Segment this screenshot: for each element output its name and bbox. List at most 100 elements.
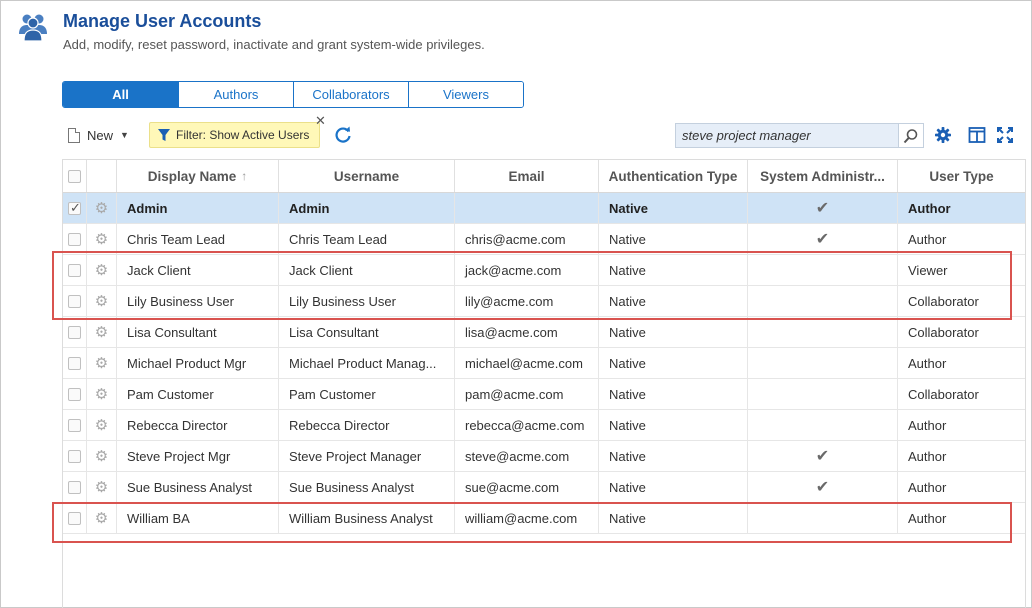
- row-actions-cell: ⚙: [87, 193, 117, 223]
- new-button[interactable]: New ▼: [68, 125, 129, 145]
- column-header-email[interactable]: Email: [455, 160, 599, 192]
- settings-icon[interactable]: [934, 126, 952, 144]
- row-checkbox[interactable]: [68, 325, 81, 339]
- display-name-cell: Sue Business Analyst: [117, 472, 279, 502]
- active-filter-chip[interactable]: Filter: Show Active Users: [149, 122, 320, 148]
- row-checkbox[interactable]: [68, 449, 81, 463]
- table-row[interactable]: ⚙ AdminAdmin Native ✔ Author: [63, 193, 1025, 224]
- system-administrator-cell: [748, 255, 898, 285]
- row-checkbox[interactable]: [68, 480, 81, 494]
- row-select-cell: [63, 472, 87, 502]
- row-gear-icon[interactable]: ⚙: [95, 356, 108, 371]
- row-gear-icon[interactable]: ⚙: [95, 294, 108, 309]
- email-cell: jack@acme.com: [455, 255, 599, 285]
- username-cell: Steve Project Manager: [279, 441, 455, 471]
- email-cell: lily@acme.com: [455, 286, 599, 316]
- table-row[interactable]: ⚙ William BA William Business Analyst willi…: [63, 503, 1025, 534]
- row-select-cell: [63, 441, 87, 471]
- user-type-cell: Author: [908, 448, 947, 464]
- row-checkbox[interactable]: [68, 200, 81, 216]
- email-cell: michael@acme.com: [455, 348, 599, 378]
- checkmark-icon: ✔: [815, 479, 830, 496]
- chevron-down-icon: ▼: [120, 130, 129, 140]
- system-administrator-cell: [748, 503, 898, 533]
- row-select-cell: [63, 286, 87, 316]
- filter-label: Filter: Show Active Users: [176, 128, 310, 142]
- close-icon[interactable]: ✕: [315, 113, 326, 129]
- columns-icon[interactable]: [968, 126, 986, 144]
- row-gear-icon[interactable]: ⚙: [95, 511, 108, 526]
- refresh-icon[interactable]: [333, 125, 353, 145]
- row-checkbox[interactable]: [68, 387, 81, 401]
- display-name-cell: Chris Team Lead: [117, 224, 279, 254]
- row-gear-icon[interactable]: ⚙: [95, 232, 108, 247]
- column-header-display-name[interactable]: Display Name ↑: [117, 160, 279, 192]
- row-checkbox[interactable]: [68, 418, 81, 432]
- row-select-cell: [63, 503, 87, 533]
- expand-icon[interactable]: [996, 126, 1014, 144]
- display-name-cell: Rebecca Director: [117, 410, 279, 440]
- username-cell: Pam Customer: [279, 379, 455, 409]
- row-select-cell: [63, 255, 87, 285]
- system-administrator-cell: ✔: [748, 441, 898, 471]
- checkmark-icon: ✔: [815, 200, 830, 217]
- row-select-cell: [63, 379, 87, 409]
- email-cell: william@acme.com: [455, 503, 599, 533]
- table-row[interactable]: ⚙ Pam Customer Pam Customer pam@acme.com Nat…: [63, 379, 1025, 410]
- tab-all[interactable]: All: [63, 82, 178, 107]
- row-gear-icon[interactable]: ⚙: [95, 201, 108, 216]
- row-gear-icon[interactable]: ⚙: [95, 263, 108, 278]
- table-row[interactable]: ⚙ Jack Client Jack Client jack@acme.com Nati…: [63, 255, 1025, 286]
- display-name-cell: Admin: [117, 193, 279, 223]
- system-administrator-cell: [748, 348, 898, 378]
- display-name-cell: Lisa Consultant: [117, 317, 279, 347]
- row-actions-cell: ⚙: [87, 441, 117, 471]
- row-gear-icon[interactable]: ⚙: [95, 387, 108, 402]
- table-row[interactable]: ⚙ Michael Product Mgr Michael Product Mana…: [63, 348, 1025, 379]
- row-checkbox[interactable]: [68, 511, 81, 525]
- column-header-user-type[interactable]: User Type: [898, 160, 1025, 192]
- table-row[interactable]: ⚙ Steve Project Mgr Steve Project Manager s…: [63, 441, 1025, 472]
- row-actions-cell: ⚙: [87, 348, 117, 378]
- username-cell: Rebecca Director: [279, 410, 455, 440]
- select-all-checkbox[interactable]: [68, 169, 81, 183]
- row-gear-icon[interactable]: ⚙: [95, 325, 108, 340]
- table-row[interactable]: ⚙ Chris Team Lead Chris Team Lead chris@acm…: [63, 224, 1025, 255]
- username-cell: Chris Team Lead: [279, 224, 455, 254]
- table-row[interactable]: ⚙ Lisa Consultant Lisa Consultant lisa@acme…: [63, 317, 1025, 348]
- display-name-cell: Michael Product Mgr: [117, 348, 279, 378]
- row-checkbox[interactable]: [68, 263, 81, 277]
- authentication-type-cell: Native: [599, 255, 748, 285]
- table-row[interactable]: ⚙ Lily Business User Lily Business User lil…: [63, 286, 1025, 317]
- table-row[interactable]: ⚙ Rebecca Director Rebecca Director rebecca…: [63, 410, 1025, 441]
- username-cell: Lisa Consultant: [279, 317, 455, 347]
- row-checkbox[interactable]: [68, 356, 81, 370]
- row-gear-icon[interactable]: ⚙: [95, 449, 108, 464]
- page-title: Manage User Accounts: [63, 11, 262, 31]
- system-administrator-cell: [748, 317, 898, 347]
- email-cell: [455, 193, 599, 223]
- new-document-icon: [68, 127, 80, 143]
- column-header-system-administrator[interactable]: System Administr...: [748, 160, 898, 192]
- page-subtitle: Add, modify, reset password, inactivate …: [63, 37, 485, 52]
- authentication-type-cell: Native: [599, 224, 748, 254]
- row-select-cell: [63, 410, 87, 440]
- column-header-username[interactable]: Username: [279, 160, 455, 192]
- select-all-cell: [63, 160, 87, 192]
- row-checkbox[interactable]: [68, 232, 81, 246]
- tab-authors[interactable]: Authors: [178, 82, 293, 107]
- search-button[interactable]: [898, 123, 924, 148]
- row-gear-icon[interactable]: ⚙: [95, 480, 108, 495]
- display-name-cell: Steve Project Mgr: [117, 441, 279, 471]
- search-input[interactable]: [675, 123, 899, 148]
- tab-collaborators[interactable]: Collaborators: [293, 82, 408, 107]
- user-type-cell: Author: [908, 200, 951, 216]
- tab-viewers[interactable]: Viewers: [408, 82, 523, 107]
- table-row[interactable]: ⚙ Sue Business Analyst Sue Business Analys…: [63, 472, 1025, 503]
- row-gear-icon[interactable]: ⚙: [95, 418, 108, 433]
- row-checkbox[interactable]: [68, 294, 81, 308]
- system-administrator-cell: ✔: [748, 472, 898, 502]
- column-header-authentication-type[interactable]: Authentication Type: [599, 160, 748, 192]
- system-administrator-cell: ✔: [748, 193, 898, 223]
- row-select-cell: [63, 317, 87, 347]
